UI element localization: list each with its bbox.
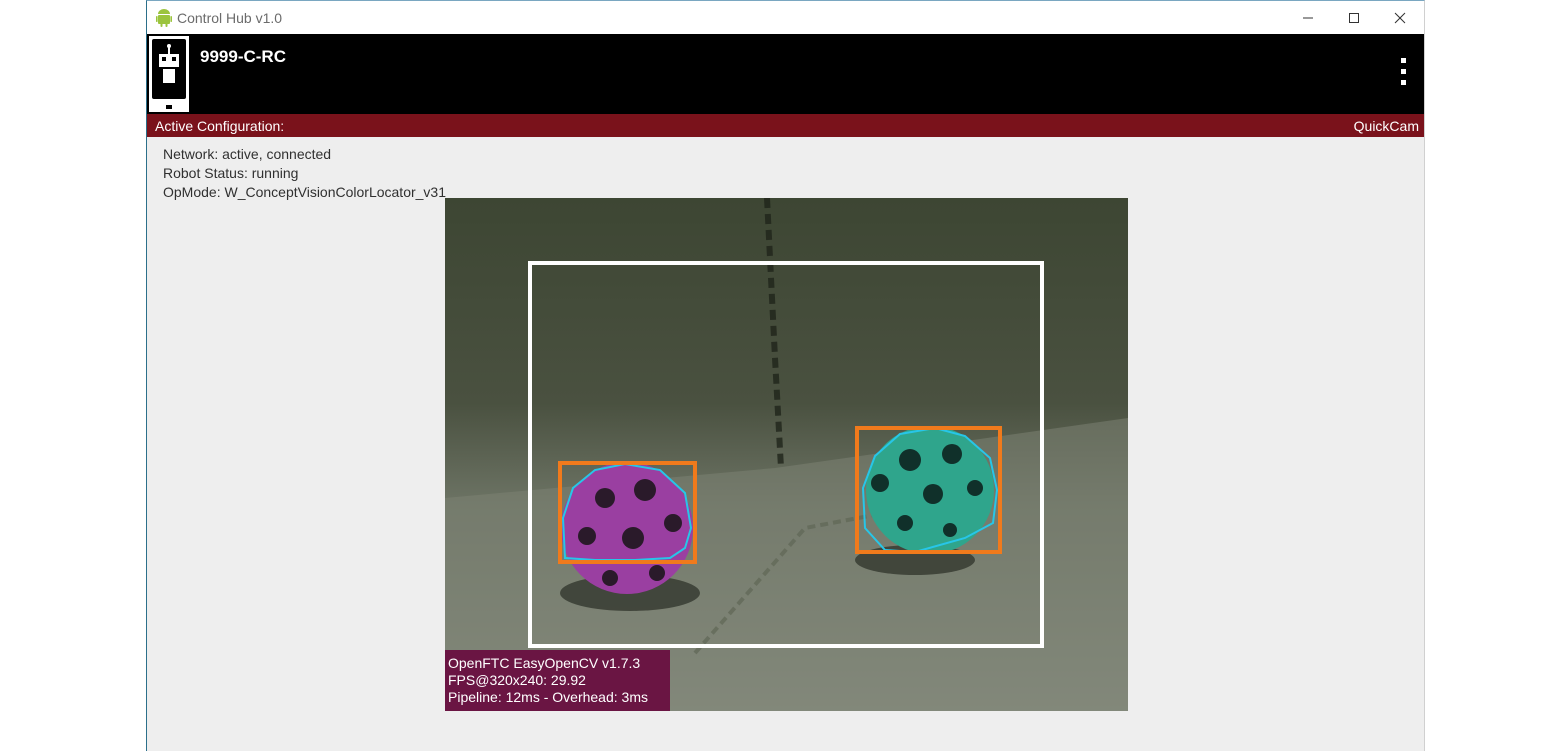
- robot-status: Robot Status: running: [163, 165, 299, 181]
- easyopencv-stats-overlay: OpenFTC EasyOpenCV v1.7.3 FPS@320x240: 2…: [445, 650, 670, 711]
- app-bar: 9999-C-RC: [147, 34, 1424, 114]
- active-configuration-label: Active Configuration:: [155, 118, 285, 134]
- overflow-menu-button[interactable]: [1398, 58, 1408, 90]
- maximize-icon: [1349, 12, 1359, 23]
- title-bar[interactable]: Control Hub v1.0: [147, 1, 1424, 34]
- active-configuration-bar: Active Configuration: QuickCam: [147, 114, 1424, 137]
- camera-stream-view: OpenFTC EasyOpenCV v1.7.3 FPS@320x240: 2…: [445, 198, 1128, 711]
- robot-phone-icon: [152, 39, 186, 109]
- android-icon: [156, 9, 172, 27]
- overlay-line-fps: FPS@320x240: 29.92: [448, 672, 586, 688]
- close-button[interactable]: [1377, 1, 1423, 34]
- robot-name: 9999-C-RC: [200, 47, 286, 66]
- minimize-button[interactable]: [1285, 1, 1331, 34]
- overlay-line-pipeline: Pipeline: 12ms - Overhead: 3ms: [448, 689, 648, 705]
- more-vert-icon: [1400, 58, 1406, 63]
- opmode-status: OpMode: W_ConceptVisionColorLocator_v31: [163, 184, 447, 200]
- window-title: Control Hub v1.0: [177, 10, 283, 26]
- camera-frame: [445, 198, 1128, 711]
- maximize-button[interactable]: [1331, 1, 1377, 34]
- robot-controller-logo: [149, 36, 189, 112]
- close-icon: [1394, 12, 1406, 23]
- overlay-line-version: OpenFTC EasyOpenCV v1.7.3: [448, 655, 641, 671]
- active-configuration-value: QuickCam: [1353, 118, 1419, 134]
- network-status: Network: active, connected: [163, 146, 332, 162]
- status-panel: Network: active, connected Robot Status:…: [163, 145, 446, 202]
- control-hub-window: Control Hub v1.0 9999-C-RC Active Config…: [146, 0, 1425, 751]
- minimize-icon: [1303, 17, 1313, 18]
